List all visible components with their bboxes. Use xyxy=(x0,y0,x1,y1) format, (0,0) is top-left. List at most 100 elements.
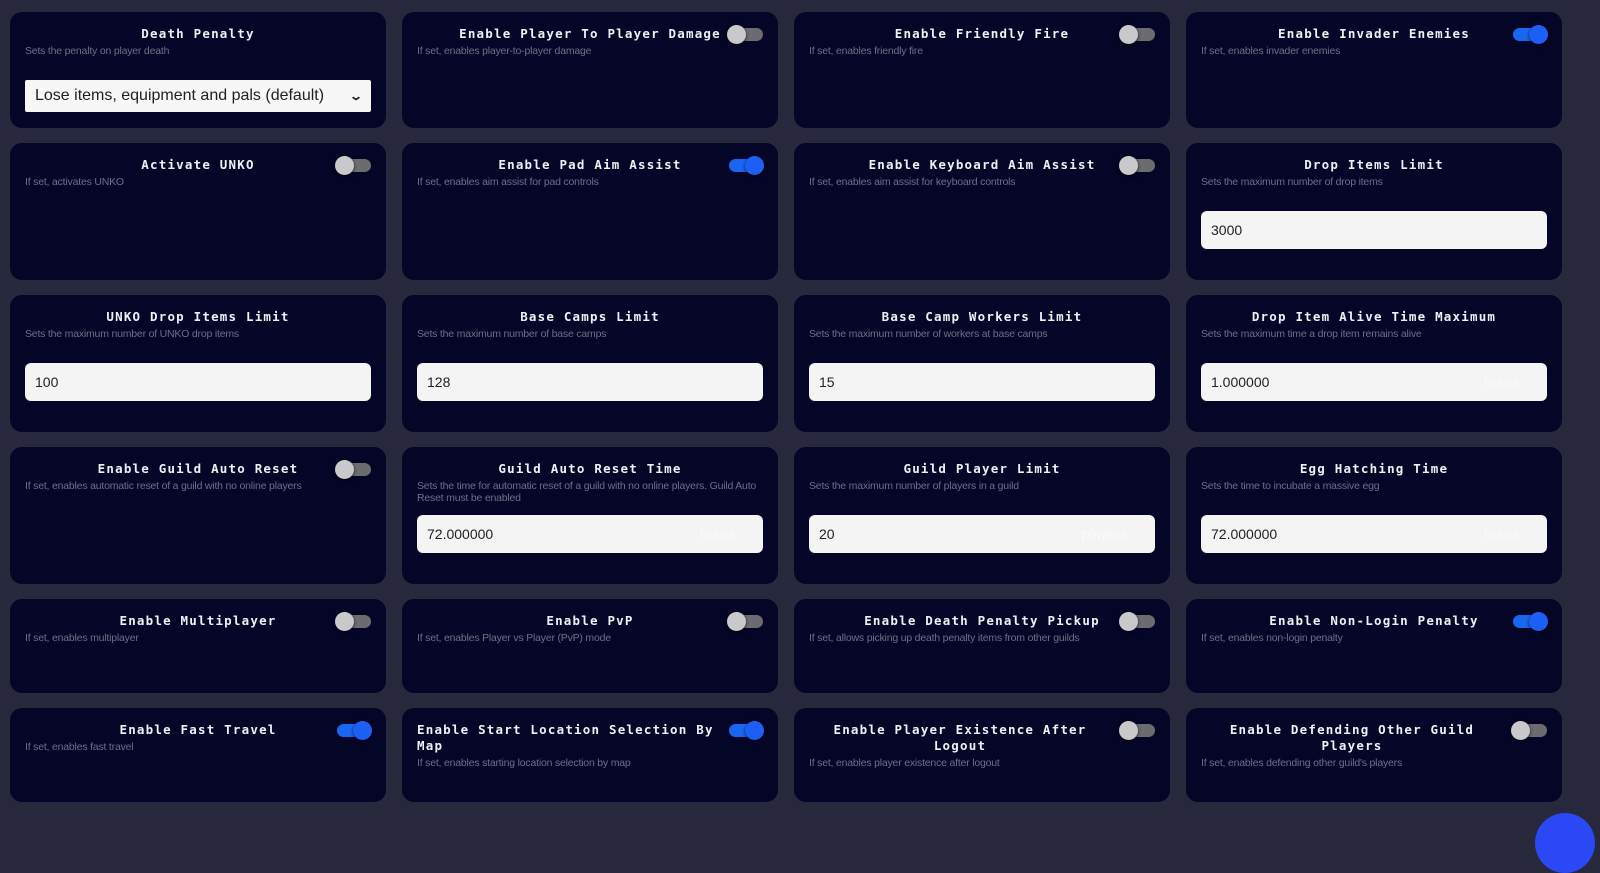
setting-description: If set, allows picking up death penalty … xyxy=(809,632,1080,644)
toggle-knob xyxy=(335,612,354,631)
toggle-knob xyxy=(1529,612,1548,631)
select-value: Lose items, equipment and pals (default) xyxy=(35,87,325,104)
number-input[interactable]: 1.000000 hours xyxy=(1201,363,1547,401)
setting-card-enable-guild-auto-reset: Enable Guild Auto Reset If set, enables a… xyxy=(10,447,386,584)
toggle-knob xyxy=(353,721,372,740)
toggle-knob xyxy=(745,156,764,175)
toggle-switch[interactable] xyxy=(1119,611,1155,631)
toggle-knob xyxy=(335,460,354,479)
number-input[interactable]: 128 xyxy=(417,363,763,401)
setting-description: If set, enables aim assist for pad contr… xyxy=(417,176,599,188)
toggle-switch[interactable] xyxy=(1119,24,1155,44)
setting-title: Enable Keyboard Aim Assist xyxy=(868,157,1096,172)
setting-card-drop-item-alive-time-maximum: Drop Item Alive Time Maximum Sets the max… xyxy=(1186,295,1562,432)
number-input[interactable]: 72.000000 hours xyxy=(1201,515,1547,553)
number-input[interactable]: 72.000000 hours xyxy=(417,515,763,553)
setting-title: Egg Hatching Time xyxy=(1299,461,1449,476)
setting-description: If set, enables player-to-player damage xyxy=(417,45,592,57)
toggle-knob xyxy=(1119,612,1138,631)
toggle-switch[interactable] xyxy=(335,611,371,631)
setting-title: Death Penalty xyxy=(141,26,255,41)
setting-card-base-camp-workers-limit: Base Camp Workers Limit Sets the maximum … xyxy=(794,295,1170,432)
setting-title: Enable Start Location Selection By Map xyxy=(417,722,714,753)
setting-description: If set, enables fast travel xyxy=(25,741,134,753)
chevron-down-icon: ⌄ xyxy=(348,89,364,103)
setting-card-enable-fast-travel: Enable Fast Travel If set, enables fast t… xyxy=(10,708,386,802)
number-input[interactable]: 3000 xyxy=(1201,211,1547,249)
number-input[interactable]: 100 xyxy=(25,363,371,401)
setting-card-enable-player-existence-after-logout: Enable Player Existence After Logout If s… xyxy=(794,708,1170,802)
floating-action-button[interactable] xyxy=(1535,813,1595,873)
input-value: 128 xyxy=(427,374,451,390)
input-value: 72.000000 xyxy=(427,526,494,542)
toggle-switch[interactable] xyxy=(727,24,763,44)
setting-description: If set, enables aim assist for keyboard … xyxy=(809,176,1016,188)
toggle-knob xyxy=(1119,156,1138,175)
toggle-switch[interactable] xyxy=(335,720,372,740)
setting-title: Enable Friendly Fire xyxy=(894,26,1070,41)
setting-card-base-camps-limit: Base Camps Limit Sets the maximum number … xyxy=(402,295,778,432)
setting-description: If set, enables automatic reset of a gui… xyxy=(25,480,302,492)
setting-title: Enable Death Penalty Pickup xyxy=(864,613,1100,628)
setting-title: Guild Auto Reset Time xyxy=(498,461,682,476)
toggle-switch[interactable] xyxy=(1511,611,1548,631)
setting-title: Drop Items Limit xyxy=(1304,157,1444,172)
setting-description: If set, enables starting location select… xyxy=(417,757,631,769)
toggle-switch[interactable] xyxy=(1511,24,1548,44)
setting-title: Enable Player To Player Damage xyxy=(459,26,721,41)
toggle-switch[interactable] xyxy=(1119,155,1155,175)
setting-card-enable-keyboard-aim-assist: Enable Keyboard Aim Assist If set, enable… xyxy=(794,143,1170,280)
setting-title: Enable Defending Other Guild Players xyxy=(1229,722,1475,753)
setting-card-enable-pad-aim-assist: Enable Pad Aim Assist If set, enables aim… xyxy=(402,143,778,280)
setting-card-enable-multiplayer: Enable Multiplayer If set, enables multip… xyxy=(10,599,386,693)
settings-grid: Death Penalty Sets the penalty on player … xyxy=(10,12,1592,802)
setting-title: Enable Invader Enemies xyxy=(1278,26,1470,41)
setting-card-guild-player-limit: Guild Player Limit Sets the maximum numbe… xyxy=(794,447,1170,584)
toggle-switch[interactable] xyxy=(727,720,764,740)
input-value: 72.000000 xyxy=(1211,526,1278,542)
toggle-switch[interactable] xyxy=(1119,720,1155,740)
setting-description: If set, enables invader enemies xyxy=(1201,45,1341,57)
setting-card-activate-unko: Activate UNKO If set, activates UNKO xyxy=(10,143,386,280)
toggle-knob xyxy=(727,612,746,631)
toggle-switch[interactable] xyxy=(335,155,371,175)
toggle-knob xyxy=(1119,25,1138,44)
setting-card-death-penalty: Death Penalty Sets the penalty on player … xyxy=(10,12,386,128)
setting-title: Activate UNKO xyxy=(141,157,255,172)
setting-title: Enable Non-Login Penalty xyxy=(1269,613,1479,628)
setting-description: Sets the maximum number of workers at ba… xyxy=(809,328,1048,340)
setting-card-drop-items-limit: Drop Items Limit Sets the maximum number … xyxy=(1186,143,1562,280)
toggle-switch[interactable] xyxy=(727,611,763,631)
unit-label: players xyxy=(1081,526,1127,542)
setting-card-enable-non-login-penalty: Enable Non-Login Penalty If set, enables … xyxy=(1186,599,1562,693)
setting-title: Enable Guild Auto Reset xyxy=(97,461,299,476)
toggle-knob xyxy=(1529,25,1548,44)
setting-title: Enable Multiplayer xyxy=(119,613,277,628)
setting-card-enable-player-to-player-damage: Enable Player To Player Damage If set, en… xyxy=(402,12,778,128)
setting-description: If set, enables non-login penalty xyxy=(1201,632,1343,644)
toggle-knob xyxy=(1119,721,1138,740)
setting-description: Sets the maximum time a drop item remain… xyxy=(1201,328,1422,340)
number-input[interactable]: 20 players xyxy=(809,515,1155,553)
setting-card-guild-auto-reset-time: Guild Auto Reset Time Sets the time for a… xyxy=(402,447,778,584)
toggle-switch[interactable] xyxy=(335,459,371,479)
setting-description: If set, enables defending other guild's … xyxy=(1201,757,1402,769)
setting-card-enable-start-location-selection-by-map: Enable Start Location Selection By Map If… xyxy=(402,708,778,802)
death-penalty-select[interactable]: Lose items, equipment and pals (default)… xyxy=(25,80,371,112)
setting-title: Enable Fast Travel xyxy=(119,722,277,737)
setting-card-enable-death-penalty-pickup: Enable Death Penalty Pickup If set, allow… xyxy=(794,599,1170,693)
toggle-switch[interactable] xyxy=(727,155,764,175)
setting-title: Enable PvP xyxy=(546,613,634,628)
setting-title: Base Camps Limit xyxy=(520,309,660,324)
toggle-switch[interactable] xyxy=(1511,720,1547,740)
setting-description: Sets the penalty on player death xyxy=(25,45,170,57)
unit-label: hours xyxy=(1483,526,1519,542)
input-value: 20 xyxy=(819,526,835,542)
input-value: 15 xyxy=(819,374,835,390)
number-input[interactable]: 15 xyxy=(809,363,1155,401)
toggle-knob xyxy=(1511,721,1530,740)
unit-label: hours xyxy=(699,526,735,542)
setting-title: Guild Player Limit xyxy=(903,461,1061,476)
setting-card-enable-friendly-fire: Enable Friendly Fire If set, enables frie… xyxy=(794,12,1170,128)
setting-description: Sets the maximum number of UNKO drop ite… xyxy=(25,328,239,340)
